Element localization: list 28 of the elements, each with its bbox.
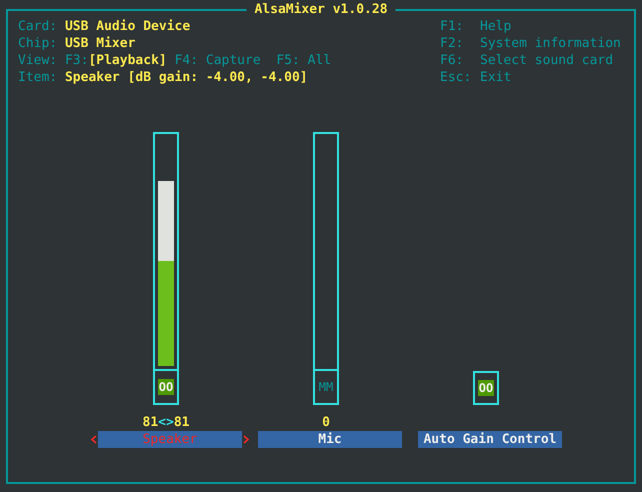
- switch-state: OO: [158, 379, 174, 395]
- channel-name[interactable]: Auto Gain Control: [418, 431, 562, 448]
- caret-icon: [243, 435, 249, 444]
- info-line: Item: Speaker [dB gain: -4.00, -4.00]: [18, 69, 309, 86]
- view-label: View:: [18, 53, 58, 68]
- volume-bar[interactable]: [153, 132, 179, 371]
- switch-state: OO: [478, 380, 494, 396]
- channel-name[interactable]: Mic: [258, 431, 402, 448]
- caret-icon: [91, 435, 97, 444]
- view-mode[interactable]: [Playback]: [88, 53, 167, 68]
- volume-value: 81<>81: [142, 414, 190, 431]
- view-mode[interactable]: Capture: [206, 53, 261, 68]
- info-line: Chip: USB Mixer: [18, 35, 136, 52]
- info-line: Card: USB Audio Device: [18, 18, 192, 35]
- shortcut-line: F6: Select sound card: [440, 52, 614, 69]
- view-key: F3:: [64, 53, 88, 68]
- view-key: F4:: [174, 53, 198, 68]
- shortcut-line: F1: Help: [440, 18, 512, 35]
- view-mode[interactable]: All: [308, 53, 332, 68]
- switch-state: MM: [318, 379, 334, 395]
- volume-value: 0: [322, 414, 330, 431]
- shortcut-line: Esc: Exit: [440, 69, 512, 86]
- view-key: F5:: [276, 53, 300, 68]
- switch-box[interactable]: OO: [473, 371, 499, 405]
- volume-bar[interactable]: [313, 132, 339, 371]
- switch-box[interactable]: OO: [153, 371, 179, 405]
- switch-box[interactable]: MM: [313, 371, 339, 405]
- shortcut-line: F2: System information: [440, 35, 622, 52]
